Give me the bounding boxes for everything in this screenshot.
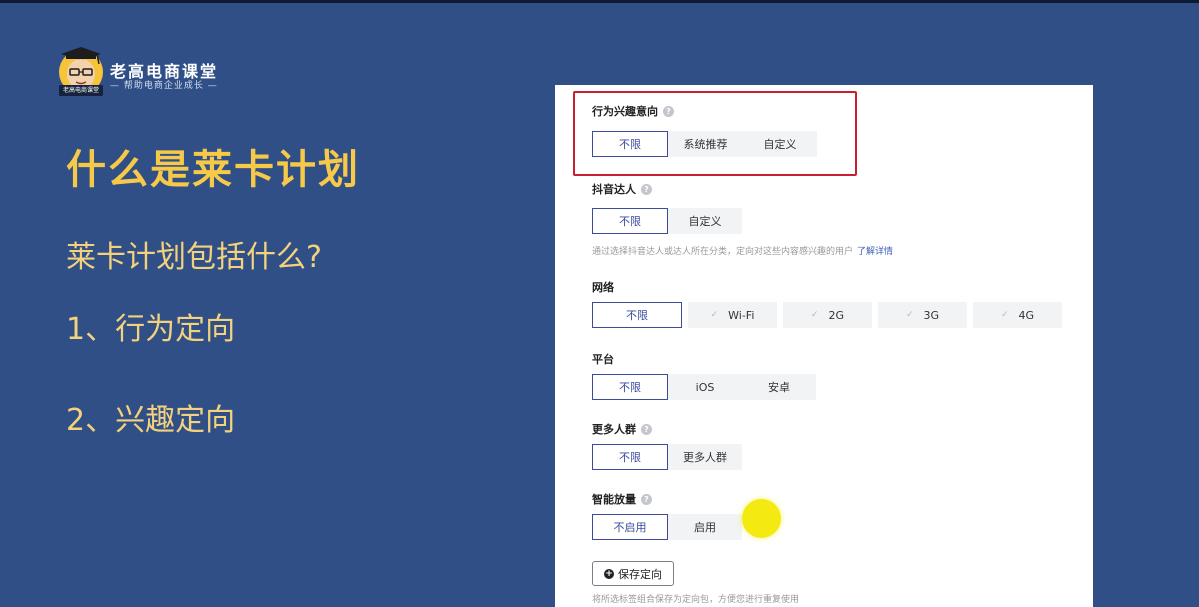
section-label-text: 网络 — [592, 281, 614, 294]
segment-douyin-creator: 不限 自定义 — [592, 208, 742, 234]
save-button-label: 保存定向 — [618, 567, 662, 581]
creator-hint-text: 通过选择抖音达人或达人所在分类，定向对这些内容感兴趣的用户 — [592, 247, 854, 257]
option-more-audience[interactable]: 更多人群 — [668, 444, 742, 470]
option-android[interactable]: 安卓 — [742, 374, 816, 400]
section-label-text: 平台 — [592, 353, 614, 366]
section-label-platform: 平台 — [592, 351, 614, 367]
option-3g[interactable]: ✓ 3G — [878, 302, 967, 328]
brand-slogan: — 帮助电商企业成长 — — [110, 81, 218, 91]
option-label: 2G — [828, 308, 845, 322]
slide-subtitle: 莱卡计划包括什么? — [66, 240, 322, 275]
option-wifi[interactable]: ✓ Wi-Fi — [688, 302, 777, 328]
option-ios[interactable]: iOS — [668, 374, 742, 400]
segment-platform: 不限 iOS 安卓 — [592, 374, 816, 400]
check-icon: ✓ — [810, 310, 819, 320]
help-icon[interactable]: ? — [641, 493, 652, 505]
option-unlimited[interactable]: 不限 — [592, 208, 668, 234]
option-2g[interactable]: ✓ 2G — [783, 302, 872, 328]
section-label-smart-expansion: 智能放量 ? — [592, 491, 652, 507]
check-icon: ✓ — [1000, 310, 1009, 320]
slide-item-behavior: 1、行为定向 — [66, 312, 236, 347]
help-icon[interactable]: ? — [641, 183, 652, 195]
section-label-text: 更多人群 — [592, 423, 636, 436]
red-highlight-box — [573, 91, 857, 176]
section-label-douyin-creator: 抖音达人 ? — [592, 181, 652, 197]
option-unlimited[interactable]: 不限 — [592, 302, 682, 328]
option-4g[interactable]: ✓ 4G — [973, 302, 1062, 328]
help-icon[interactable]: ? — [641, 423, 652, 435]
segment-smart-expansion: 不启用 启用 — [592, 514, 742, 540]
slide-item-interest: 2、兴趣定向 — [66, 403, 236, 438]
slide-title: 什么是莱卡计划 — [66, 147, 360, 193]
check-icon: ✓ — [905, 310, 914, 320]
option-unlimited[interactable]: 不限 — [592, 444, 668, 470]
segment-more-audience: 不限 更多人群 — [592, 444, 742, 470]
section-label-more-audience: 更多人群 ? — [592, 421, 652, 437]
section-label-text: 抖音达人 — [592, 183, 636, 196]
option-label: 3G — [923, 308, 940, 322]
brand-logo: 老高电商课堂 老高电商课堂 — 帮助电商企业成长 — — [57, 44, 257, 100]
plus-icon: + — [604, 568, 614, 579]
segment-network: 不限 ✓ Wi-Fi ✓ 2G ✓ 3G ✓ 4G — [592, 302, 1062, 328]
option-unlimited[interactable]: 不限 — [592, 374, 668, 400]
save-targeting-button[interactable]: + 保存定向 — [592, 561, 674, 586]
brand-badge: 老高电商课堂 — [59, 85, 103, 96]
section-label-network: 网络 — [592, 279, 614, 295]
option-enabled[interactable]: 启用 — [668, 514, 742, 540]
option-disabled[interactable]: 不启用 — [592, 514, 668, 540]
creator-hint: 通过选择抖音达人或达人所在分类，定向对这些内容感兴趣的用户 了解详情 — [592, 244, 893, 257]
learn-more-link[interactable]: 了解详情 — [857, 247, 893, 257]
option-custom[interactable]: 自定义 — [668, 208, 742, 234]
option-label: Wi-Fi — [728, 308, 755, 322]
check-icon: ✓ — [710, 310, 719, 320]
top-edge-bar — [0, 0, 1199, 3]
section-label-text: 智能放量 — [592, 493, 636, 506]
cursor-highlight — [742, 499, 781, 538]
option-label: 4G — [1018, 308, 1035, 322]
save-hint: 将所选标签组合保存为定向包，方便您进行重复使用 — [592, 595, 800, 605]
